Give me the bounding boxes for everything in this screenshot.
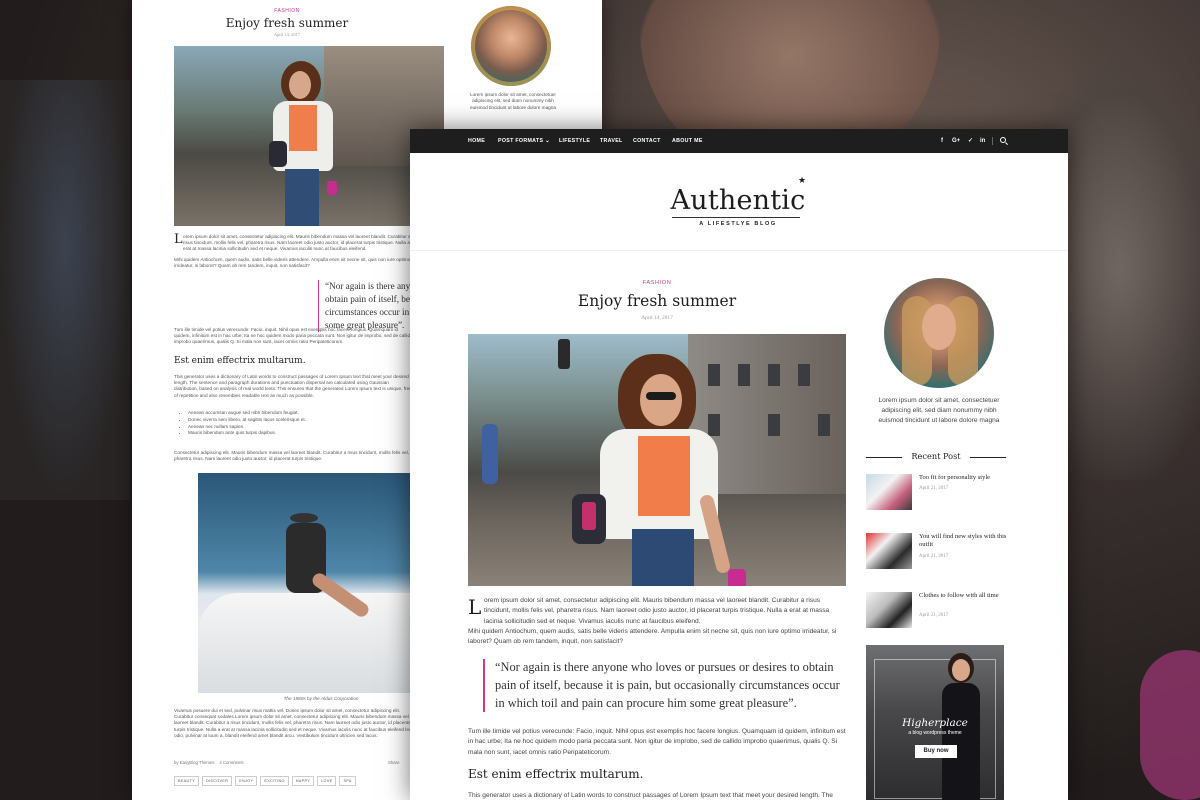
paragraph-3: Tum ille timide vel potius verecunde: Fa… (468, 728, 846, 756)
vine-icon[interactable]: ✓ (968, 129, 973, 153)
featured-image (174, 46, 444, 226)
nav-post-formats-label: POST FORMATS (498, 138, 544, 144)
author-bio: Lorem ipsum dolor sit amet, consectetuer… (878, 397, 1000, 424)
featured-image (468, 334, 846, 586)
header-divider (410, 250, 1068, 251)
chevron-down-icon: ⌄ (545, 138, 550, 144)
recent-post-item[interactable]: You will find new styles with this outfi… (866, 533, 1006, 573)
share-label: Share (388, 760, 400, 765)
post-title[interactable]: Enjoy fresh summer (132, 16, 442, 30)
theme-ad-banner[interactable]: Higherplace a blog wordpress theme Buy n… (866, 645, 1004, 800)
site-tagline: A LIFESTLYE BLOG (699, 221, 777, 227)
post-date: April 14, 2017 (641, 315, 673, 321)
tag[interactable]: BEAUTY (174, 776, 199, 786)
tag[interactable]: DISCOVER (202, 776, 233, 786)
bullet-list: Aenean accumsan augue sed nibh bibendum … (188, 410, 306, 437)
tag[interactable]: EXCITING (260, 776, 289, 786)
author-link[interactable]: by EasyBlog Themes (174, 760, 215, 765)
nav-contact[interactable]: CONTACT (633, 129, 661, 153)
paragraph-6: Vivamus posuere dui et sed, pulvinar ris… (174, 708, 412, 738)
recent-post-title: Recent Post (911, 451, 961, 461)
linkedin-icon[interactable]: in (980, 129, 985, 153)
buy-now-button[interactable]: Buy now (915, 745, 957, 758)
blockquote: “Nor again is there anyone who loves or … (483, 659, 845, 713)
paragraph-1: orem ipsum dolor sit amet, consectetur a… (484, 597, 830, 625)
tag-list: BEAUTY DISCOVER ENJOY EXCITING HAPPY LOV… (174, 776, 356, 786)
dropcap: L (174, 232, 183, 247)
paragraph-1: orem ipsum dolor sit amet, consectetur a… (183, 234, 411, 252)
site-logo[interactable]: Authentic (668, 185, 808, 216)
tag[interactable]: SPA (339, 776, 356, 786)
post-category[interactable]: FASHION (132, 8, 442, 14)
recent-post-date: April 21, 2017 (919, 613, 949, 618)
logo-underline (672, 217, 800, 218)
recent-post-date: April 21, 2017 (919, 486, 949, 491)
paragraph-4: This generator uses a dictionary of Lati… (174, 374, 412, 398)
list-item: Aenean nec nullam sapien. (188, 424, 306, 431)
nav-divider (992, 137, 993, 145)
star-icon: ★ (798, 175, 807, 185)
comments-link[interactable]: 4 Comments (219, 760, 243, 765)
post-category[interactable]: FASHION (468, 280, 846, 286)
list-item: Donec viverra sem libero, at sagittis la… (188, 417, 306, 424)
boat-image (198, 473, 444, 693)
post-date: April 14, 2017 (273, 32, 301, 37)
recent-post-link[interactable]: Clothes to follow with all time (919, 592, 1007, 600)
background-cup (1140, 650, 1200, 800)
nav-lifestyle[interactable]: LIFESTYLE (559, 129, 590, 153)
recent-post-link[interactable]: You will find new styles with this outfi… (919, 533, 1007, 550)
recent-post-date: April 21, 2017 (919, 554, 949, 559)
recent-post-thumbnail[interactable] (866, 474, 912, 510)
image-caption: The 1980s by the Aldus Corporation (283, 696, 359, 701)
nav-post-formats[interactable]: POST FORMATS ⌄ (498, 129, 550, 153)
nav-travel[interactable]: TRAVEL (600, 129, 623, 153)
facebook-icon[interactable]: f (941, 129, 943, 153)
ad-title: Higherplace (902, 717, 968, 729)
recent-post-heading: Recent Post (866, 451, 1006, 463)
author-bio: Lorem ipsum dolor sit amet, consectetuer… (470, 92, 556, 110)
search-icon[interactable] (1000, 137, 1008, 146)
recent-post-item[interactable]: Too fit for personality style April 21, … (866, 474, 1006, 514)
recent-post-thumbnail[interactable] (866, 592, 912, 628)
tag[interactable]: ENJOY (235, 776, 258, 786)
ad-subtitle: a blog wordpress theme (908, 730, 962, 736)
paragraph-2: Mihi quidem Antiochum, quem audis, satis… (468, 628, 837, 646)
paragraph-4: This generator uses a dictionary of Lati… (468, 792, 833, 799)
author-avatar (471, 6, 551, 86)
paragraph-3: Tum ille timide vel potius verecunde: Fa… (174, 327, 413, 345)
tag[interactable]: HAPPY (291, 776, 315, 786)
post-meta: by EasyBlog Themes 4 Comments (174, 760, 244, 765)
section-heading: Est enim effectrix multarum. (468, 767, 644, 781)
list-item: Mauris bibendum ante quis turpis dapibus… (188, 430, 306, 437)
recent-post-link[interactable]: Too fit for personality style (919, 474, 1007, 482)
google-plus-icon[interactable]: G+ (952, 129, 960, 153)
front-page-screenshot: HOME POST FORMATS ⌄ LIFESTYLE TRAVEL CON… (410, 129, 1068, 800)
tag[interactable]: LOVE (317, 776, 337, 786)
paragraph-2: Mihi quidem Antiochum, quem audis, satis… (174, 257, 411, 269)
recent-post-item[interactable]: Clothes to follow with all time April 21… (866, 592, 1006, 632)
main-nav: HOME POST FORMATS ⌄ LIFESTYLE TRAVEL CON… (410, 129, 1068, 153)
nav-home[interactable]: HOME (468, 129, 485, 153)
paragraph-5: Consectetur adipiscing elit. Mauris bibe… (174, 450, 410, 462)
post-title[interactable]: Enjoy fresh summer (468, 292, 846, 310)
section-heading: Est enim effectrix multarum. (174, 356, 306, 366)
recent-post-thumbnail[interactable] (866, 533, 912, 569)
author-avatar (884, 278, 994, 388)
dropcap: L (468, 595, 482, 619)
background-pedestrian (0, 80, 130, 500)
list-item: Aenean accumsan augue sed nibh bibendum … (188, 410, 306, 417)
nav-about-me[interactable]: ABOUT ME (672, 129, 703, 153)
